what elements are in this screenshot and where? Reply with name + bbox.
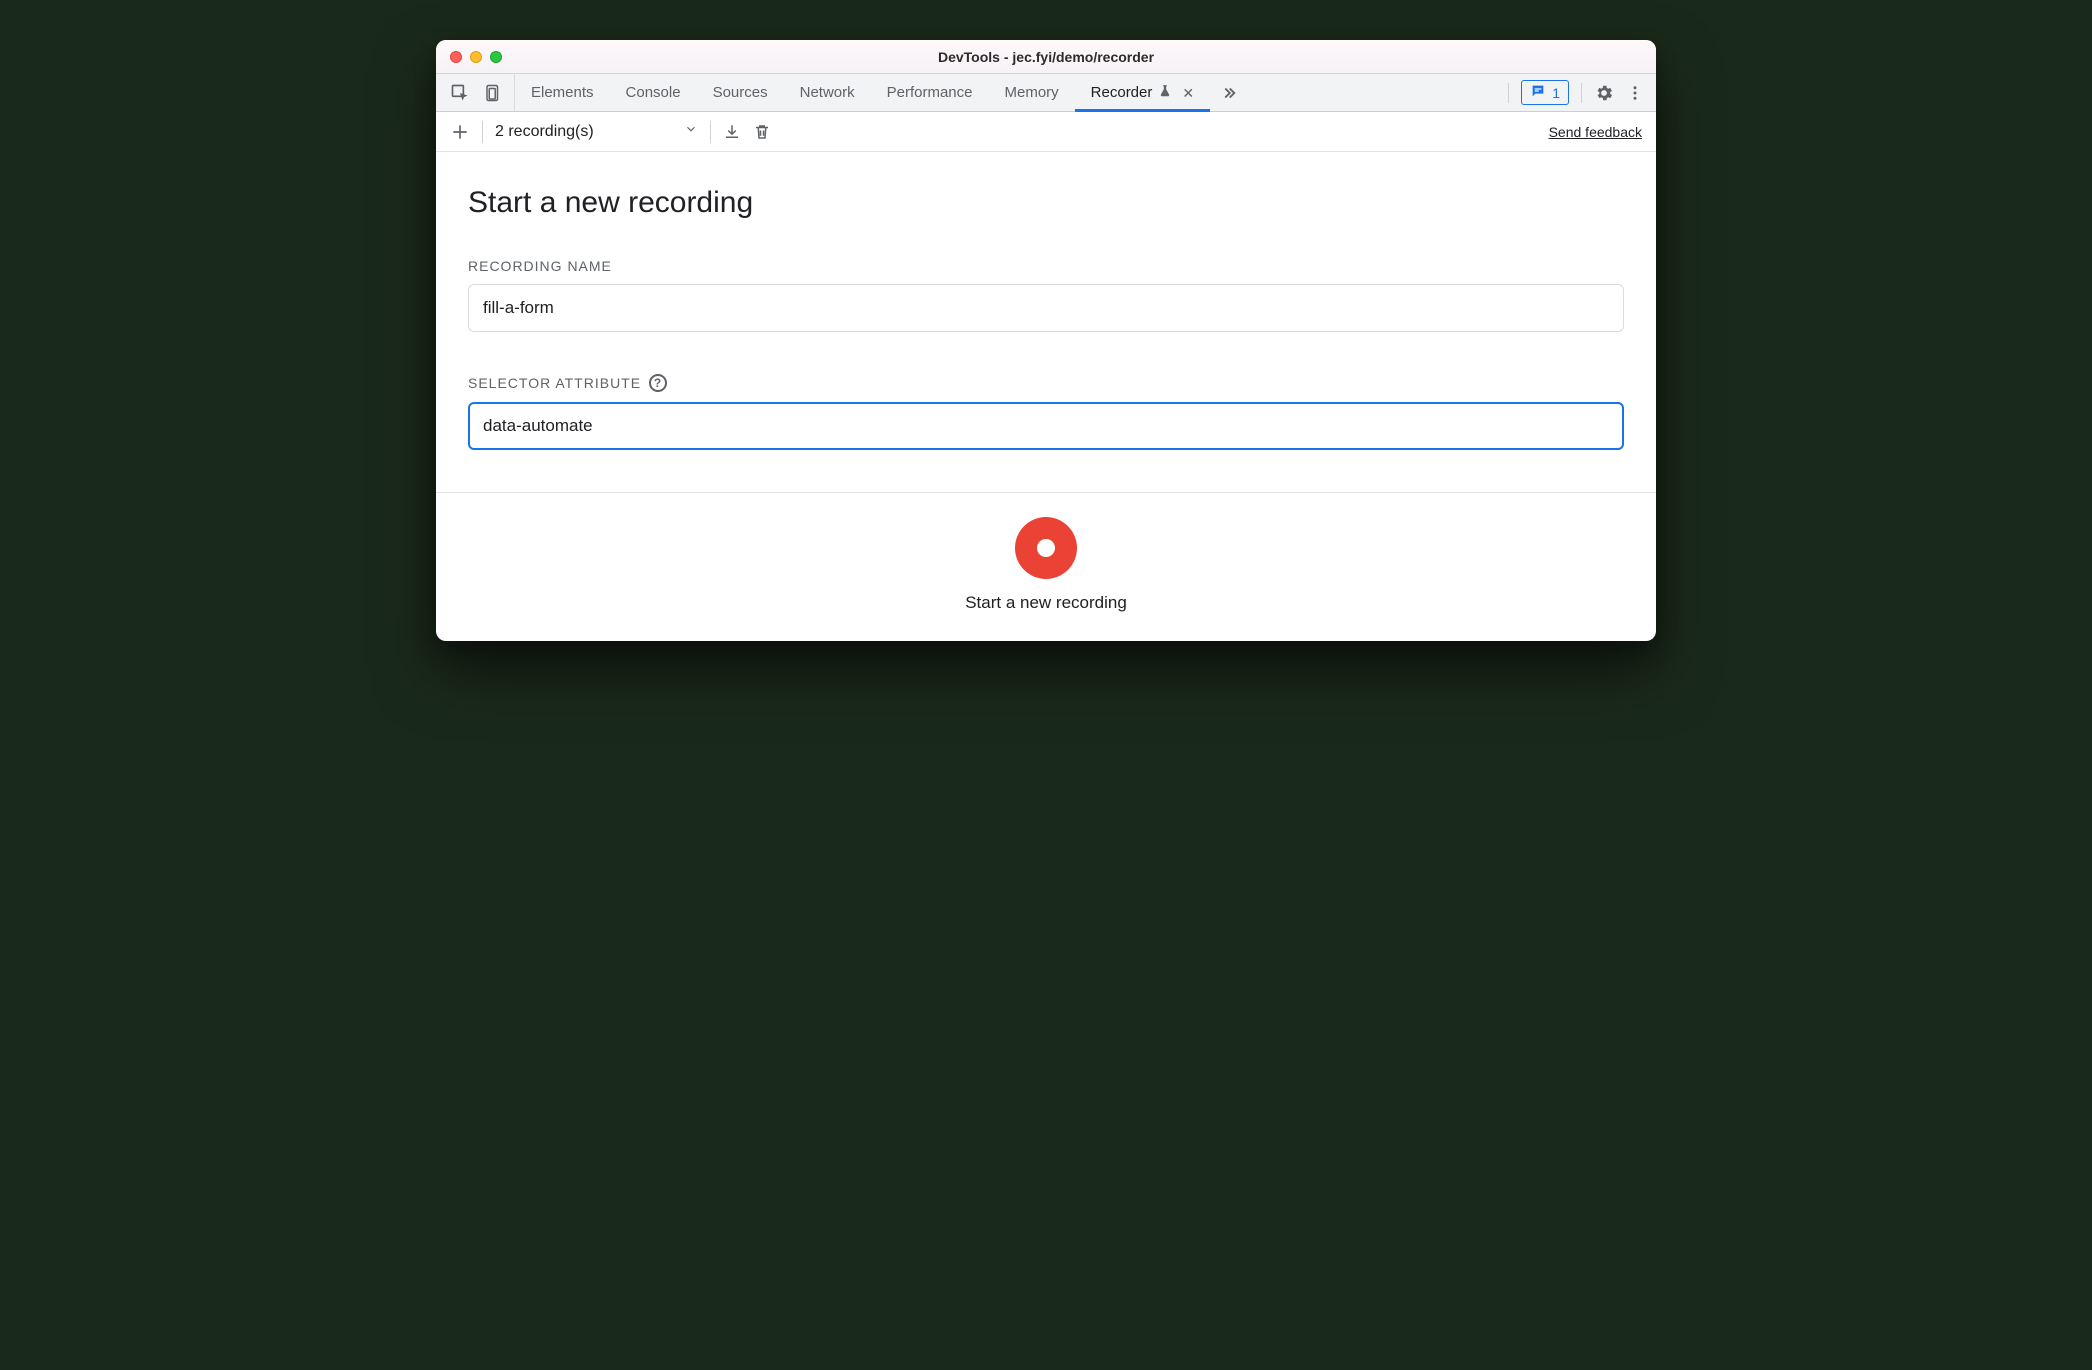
- window-title: DevTools - jec.fyi/demo/recorder: [436, 49, 1656, 65]
- issues-count: 1: [1552, 85, 1560, 101]
- recording-name-field: Recording Name: [468, 258, 1624, 332]
- export-icon[interactable]: [723, 123, 741, 141]
- recordings-select[interactable]: 2 recording(s): [495, 122, 698, 141]
- recording-name-label: Recording Name: [468, 258, 1624, 274]
- tab-performance[interactable]: Performance: [871, 74, 989, 111]
- delete-icon[interactable]: [753, 122, 771, 142]
- tab-network[interactable]: Network: [784, 74, 871, 111]
- titlebar: DevTools - jec.fyi/demo/recorder: [436, 40, 1656, 74]
- selector-attribute-label: Selector Attribute ?: [468, 374, 1624, 392]
- issues-chip[interactable]: 1: [1521, 80, 1569, 105]
- add-recording-icon[interactable]: [450, 122, 470, 142]
- help-icon[interactable]: ?: [649, 374, 667, 392]
- tab-sources[interactable]: Sources: [697, 74, 784, 111]
- devtools-window: DevTools - jec.fyi/demo/recorder Element…: [436, 40, 1656, 641]
- start-recording-button[interactable]: [1015, 517, 1077, 579]
- inspect-element-icon[interactable]: [450, 83, 470, 103]
- close-tab-icon[interactable]: ✕: [1178, 86, 1194, 100]
- page-title: Start a new recording: [468, 186, 1624, 220]
- tabstrip-right: 1: [1508, 74, 1656, 111]
- chevron-down-icon: [684, 122, 698, 141]
- selector-attribute-input[interactable]: [468, 402, 1624, 450]
- recorder-footer: Start a new recording: [436, 492, 1656, 641]
- recorder-toolbar: 2 recording(s) Send feedback: [436, 112, 1656, 152]
- maximize-window-button[interactable]: [490, 51, 502, 63]
- send-feedback-link[interactable]: Send feedback: [1549, 124, 1642, 140]
- close-window-button[interactable]: [450, 51, 462, 63]
- tabstrip: Elements Console Sources Network Perform…: [436, 74, 1656, 112]
- device-toolbar-icon[interactable]: [484, 83, 502, 103]
- selector-attribute-field: Selector Attribute ?: [468, 374, 1624, 450]
- recording-name-input[interactable]: [468, 284, 1624, 332]
- more-menu-icon[interactable]: [1626, 84, 1644, 102]
- record-icon: [1037, 539, 1055, 557]
- tabstrip-leading: [436, 74, 515, 111]
- tab-memory[interactable]: Memory: [989, 74, 1075, 111]
- start-recording-label: Start a new recording: [965, 593, 1127, 613]
- tab-recorder[interactable]: Recorder ✕: [1075, 74, 1210, 111]
- flask-icon: [1158, 84, 1172, 102]
- settings-icon[interactable]: [1594, 83, 1614, 103]
- recordings-count-label: 2 recording(s): [495, 123, 594, 141]
- traffic-lights: [436, 51, 502, 63]
- tabs: Elements Console Sources Network Perform…: [515, 74, 1210, 111]
- tab-console[interactable]: Console: [610, 74, 697, 111]
- minimize-window-button[interactable]: [470, 51, 482, 63]
- tab-elements[interactable]: Elements: [515, 74, 610, 111]
- chat-icon: [1530, 83, 1546, 102]
- recorder-main: Start a new recording Recording Name Sel…: [436, 152, 1656, 492]
- tabs-overflow-button[interactable]: [1210, 74, 1248, 111]
